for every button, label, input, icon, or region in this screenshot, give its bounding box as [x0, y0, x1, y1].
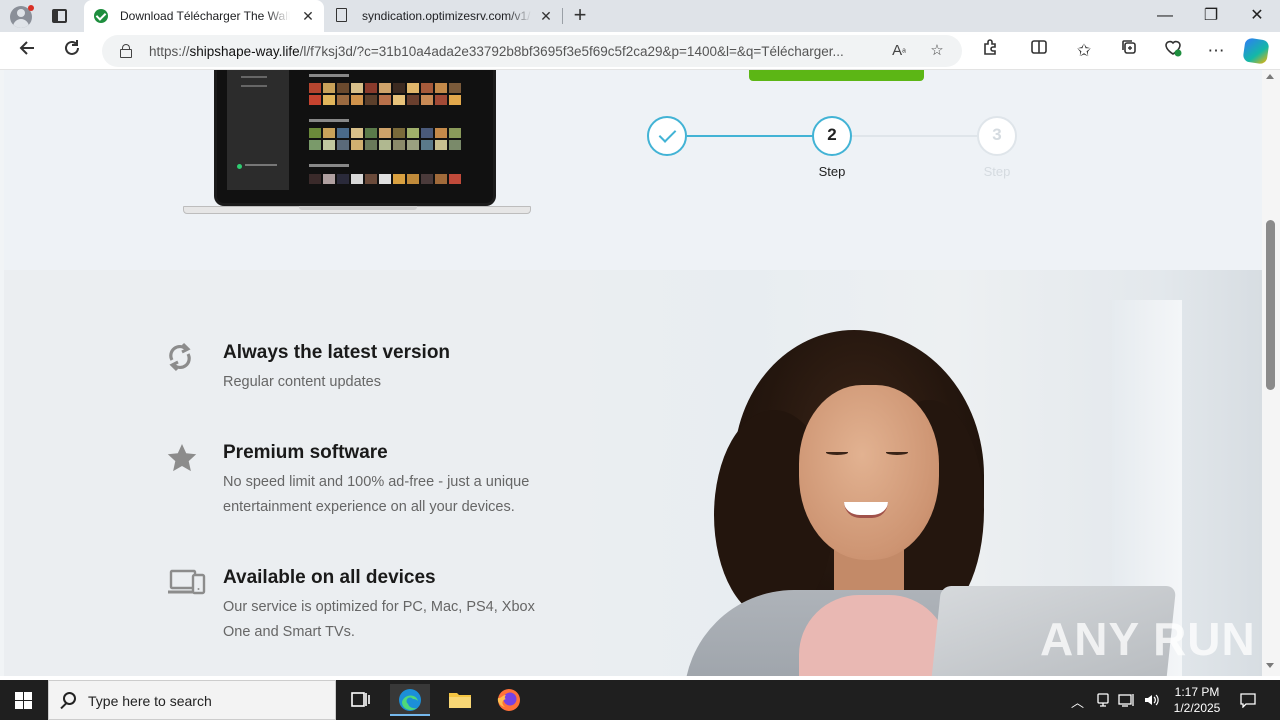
- network-adapter-icon[interactable]: [1095, 692, 1111, 711]
- show-hidden-icons-chevron-icon[interactable]: ︿: [1071, 692, 1084, 711]
- url-text[interactable]: https://shipshape-way.life/l/f7ksj3d/?c=…: [149, 44, 889, 59]
- close-tab-icon[interactable]: ✕: [300, 8, 316, 24]
- file-explorer-icon[interactable]: [440, 684, 480, 716]
- refresh-icon: [164, 340, 196, 374]
- step-2-circle: 2: [812, 116, 852, 156]
- copilot-icon[interactable]: [1242, 37, 1270, 65]
- new-tab-button[interactable]: +: [568, 4, 592, 28]
- step-3-label: Step: [983, 164, 1011, 179]
- address-bar[interactable]: https://shipshape-way.life/l/f7ksj3d/?c=…: [102, 35, 962, 67]
- split-screen-icon[interactable]: [1026, 38, 1052, 64]
- restore-button[interactable]: ❐: [1196, 4, 1226, 28]
- search-placeholder: Type here to search: [88, 693, 212, 709]
- minimize-button[interactable]: —: [1150, 4, 1180, 28]
- edge-browser-icon[interactable]: [390, 684, 430, 716]
- notification-dot: [28, 5, 34, 11]
- anyrun-watermark: ANY RUN: [1040, 613, 1256, 665]
- search-icon: [63, 692, 76, 705]
- lock-icon[interactable]: [120, 44, 132, 58]
- clock-time: 1:17 PM: [1174, 685, 1220, 699]
- favorite-star-icon[interactable]: ☆: [926, 40, 948, 62]
- scroll-down-arrow-icon[interactable]: [1266, 663, 1274, 668]
- tab-title: syndication.optimizesrv.com/v1/: [362, 9, 532, 23]
- feature-title: Always the latest version: [223, 342, 451, 363]
- laptop-notch: [299, 206, 417, 210]
- firefox-icon[interactable]: [489, 684, 529, 716]
- close-tab-icon[interactable]: ✕: [538, 8, 554, 24]
- document-icon: [336, 8, 347, 22]
- feature-title: Premium software: [223, 442, 388, 463]
- page-scrollbar[interactable]: [1262, 70, 1280, 676]
- hero-section: 2 3 Step Step: [4, 70, 1262, 270]
- taskbar-search-input[interactable]: Type here to search: [48, 680, 336, 720]
- scroll-up-arrow-icon[interactable]: [1266, 74, 1274, 79]
- collections-icon[interactable]: [1116, 38, 1142, 64]
- clock-date: 1/2/2025: [1173, 701, 1221, 715]
- notifications-icon[interactable]: [1239, 692, 1257, 711]
- volume-icon[interactable]: [1143, 692, 1161, 711]
- scroll-thumb[interactable]: [1266, 220, 1275, 390]
- network-icon[interactable]: [1118, 692, 1136, 711]
- tab-syndication[interactable]: syndication.optimizesrv.com/v1/ ✕: [326, 0, 562, 32]
- shield-check-icon: [94, 9, 108, 23]
- feature-description: Regular content updates: [223, 374, 381, 390]
- back-arrow-icon[interactable]: [15, 38, 41, 64]
- step-progress-line: [687, 135, 817, 137]
- read-aloud-icon[interactable]: Aᵃ: [888, 40, 910, 62]
- tab-separator: [562, 8, 563, 24]
- browser-toolbar: https://shipshape-way.life/l/f7ksj3d/?c=…: [0, 32, 1280, 70]
- taskbar: Type here to search ︿ 1:17 PM 1/2/2025: [0, 680, 1280, 720]
- download-button[interactable]: [749, 70, 924, 81]
- step-3-circle: 3: [977, 116, 1017, 156]
- laptop-mockup-image: [214, 70, 496, 206]
- task-view-icon[interactable]: [340, 684, 380, 716]
- close-window-button[interactable]: ✕: [1242, 4, 1272, 28]
- star-icon: [166, 442, 198, 474]
- devices-icon: [168, 568, 208, 596]
- feature-description: No speed limit and 100% ad-free - just a…: [223, 474, 530, 515]
- extensions-icon[interactable]: [978, 38, 1004, 64]
- tab-title: Download Télécharger The Walking: [120, 9, 290, 23]
- refresh-icon[interactable]: [59, 38, 85, 64]
- page-viewport: 2 3 Step Step Always the latest version …: [0, 70, 1262, 676]
- tab-actions-icon[interactable]: [52, 9, 67, 23]
- step-2-label: Step: [818, 164, 846, 179]
- system-clock[interactable]: 1:17 PM 1/2/2025: [1162, 684, 1232, 716]
- tab-download[interactable]: Download Télécharger The Walking ✕: [84, 0, 324, 32]
- browser-essentials-icon[interactable]: [1160, 38, 1186, 64]
- favorites-icon[interactable]: ✩: [1071, 38, 1097, 64]
- more-options-icon[interactable]: ⋯: [1203, 38, 1229, 64]
- feature-description: Our service is optimized for PC, Mac, PS…: [223, 599, 535, 640]
- feature-title: Available on all devices: [223, 567, 436, 588]
- windows-start-icon[interactable]: [15, 692, 32, 709]
- step-1-check-icon: [647, 116, 687, 156]
- step-pending-line: [852, 135, 983, 137]
- tab-bar: Download Télécharger The Walking ✕ syndi…: [0, 0, 1280, 32]
